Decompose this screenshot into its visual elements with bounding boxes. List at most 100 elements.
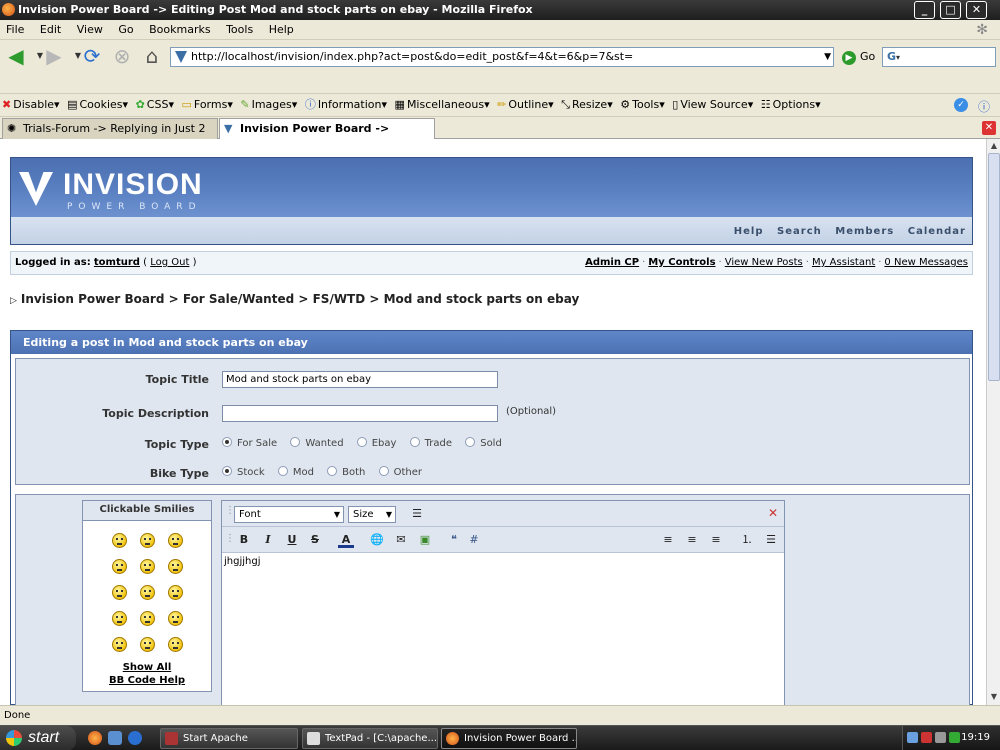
reload-icon[interactable]: ⟳: [80, 44, 104, 68]
dev-view-source[interactable]: ▯ View Source▾: [672, 94, 753, 116]
tray-volume-icon[interactable]: [935, 732, 946, 743]
dev-outline[interactable]: ✏ Outline▾: [497, 94, 554, 116]
menu-help[interactable]: Help: [263, 20, 300, 40]
align-right-icon[interactable]: ≡: [708, 532, 724, 548]
menu-bookmarks[interactable]: Bookmarks: [143, 20, 216, 40]
url-input[interactable]: http://localhost/invision/index.php?act=…: [170, 47, 834, 67]
bbcode-help-link[interactable]: BB Code Help: [83, 675, 211, 686]
insert-code-icon[interactable]: #: [466, 532, 482, 548]
bike-type-other[interactable]: Other: [378, 466, 422, 478]
smiley-icon[interactable]: [112, 559, 127, 574]
taskbar-start-apache[interactable]: Start Apache: [160, 728, 298, 749]
link-members[interactable]: Members: [835, 226, 894, 237]
taskbar-firefox-invision[interactable]: Invision Power Board ...: [441, 728, 577, 749]
bike-type-stock[interactable]: Stock: [222, 466, 265, 478]
topic-type-wanted[interactable]: Wanted: [290, 437, 344, 449]
url-dropdown-icon[interactable]: ▼: [824, 48, 831, 66]
smiley-icon[interactable]: [140, 637, 155, 652]
topic-type-sold[interactable]: Sold: [465, 437, 502, 449]
go-button[interactable]: ▶ Go: [842, 49, 875, 65]
editor-close-icon[interactable]: ✕: [768, 506, 778, 520]
link-help[interactable]: Help: [734, 226, 764, 237]
my-controls-link[interactable]: My Controls: [648, 257, 715, 268]
minimize-button[interactable]: _: [914, 1, 935, 19]
smiley-icon[interactable]: [112, 585, 127, 600]
italic-button[interactable]: I: [260, 532, 276, 548]
dev-miscellaneous[interactable]: ▦ Miscellaneous▾: [395, 94, 490, 116]
insert-email-icon[interactable]: ✉: [393, 532, 409, 548]
start-button[interactable]: start: [0, 726, 76, 750]
font-select[interactable]: Font ▼: [234, 506, 344, 523]
insert-quote-icon[interactable]: ❝: [446, 532, 462, 548]
close-window-button[interactable]: ✕: [966, 1, 987, 19]
scroll-thumb[interactable]: [988, 153, 1000, 381]
editor-text-area[interactable]: jhgjjhgj: [222, 553, 784, 570]
link-calendar[interactable]: Calendar: [908, 226, 966, 237]
menu-view[interactable]: View: [71, 20, 109, 40]
align-left-icon[interactable]: ≡: [660, 532, 676, 548]
breadcrumb-text[interactable]: Invision Power Board > For Sale/Wanted >…: [21, 292, 579, 306]
dev-disable[interactable]: ✖ Disable▾: [2, 94, 60, 116]
font-color-button[interactable]: A: [338, 532, 354, 548]
smiley-icon[interactable]: [112, 533, 127, 548]
smiley-icon[interactable]: [168, 611, 183, 626]
topic-type-for-sale[interactable]: For Sale: [222, 437, 277, 449]
search-input[interactable]: G▾: [882, 47, 996, 67]
smiley-icon[interactable]: [140, 559, 155, 574]
tray-app-icon[interactable]: [949, 732, 960, 743]
menu-tools[interactable]: Tools: [220, 20, 259, 40]
strikethrough-button[interactable]: S: [307, 532, 323, 548]
tab-invision-edit[interactable]: ▼ Invision Power Board -> Editing Post .…: [219, 118, 435, 155]
stop-icon[interactable]: ⊗: [110, 44, 134, 68]
menu-edit[interactable]: Edit: [34, 20, 67, 40]
topic-type-trade[interactable]: Trade: [409, 437, 452, 449]
topic-title-input[interactable]: Mod and stock parts on ebay: [222, 371, 498, 388]
smiley-icon[interactable]: [168, 585, 183, 600]
dev-forms[interactable]: ▭ Forms▾: [181, 94, 232, 116]
logout-link[interactable]: Log Out: [150, 257, 189, 268]
bike-type-mod[interactable]: Mod: [277, 466, 314, 478]
maximize-button[interactable]: □: [940, 1, 961, 19]
tray-network-icon[interactable]: [921, 732, 932, 743]
dev-tools[interactable]: ⚙ Tools▾: [620, 94, 665, 116]
home-icon[interactable]: ⌂: [140, 44, 164, 68]
new-messages-link[interactable]: 0 New Messages: [884, 257, 968, 268]
format-toggle-icon[interactable]: ☰: [409, 506, 425, 522]
view-new-posts-link[interactable]: View New Posts: [725, 257, 803, 268]
quicklaunch-ie-icon[interactable]: [128, 731, 142, 745]
dev-options[interactable]: ☷ Options▾: [761, 94, 821, 116]
dev-images[interactable]: ✎ Images▾: [240, 94, 297, 116]
dev-css[interactable]: ✿ CSS▾: [136, 94, 174, 116]
forward-arrow-icon[interactable]: ▶: [42, 44, 66, 68]
bike-type-both[interactable]: Both: [327, 466, 365, 478]
smiley-icon[interactable]: [140, 585, 155, 600]
tray-arrow-icon[interactable]: [907, 732, 918, 743]
smiley-icon[interactable]: [168, 559, 183, 574]
dev-information[interactable]: ⓘ Information▾: [305, 94, 387, 116]
smiley-icon[interactable]: [140, 611, 155, 626]
show-all-smilies-link[interactable]: Show All: [83, 662, 211, 673]
link-search[interactable]: Search: [777, 226, 822, 237]
smiley-icon[interactable]: [112, 611, 127, 626]
dev-cookies[interactable]: ▤ Cookies▾: [67, 94, 128, 116]
close-tab-icon[interactable]: ✕: [982, 121, 996, 135]
menu-go[interactable]: Go: [112, 20, 139, 40]
underline-button[interactable]: U: [284, 532, 300, 548]
dev-resize[interactable]: ⤡ Resize▾: [561, 94, 613, 116]
validate-check-icon[interactable]: ✓: [954, 98, 968, 112]
bold-button[interactable]: B: [236, 532, 252, 548]
taskbar-textpad[interactable]: TextPad - [C:\apache...: [302, 728, 438, 749]
unordered-list-icon[interactable]: ☰: [763, 532, 779, 548]
smiley-icon[interactable]: [168, 533, 183, 548]
insert-link-icon[interactable]: 🌐: [369, 532, 385, 548]
admin-cp-link[interactable]: Admin CP: [585, 257, 639, 268]
page-scrollbar[interactable]: ▲ ▼: [986, 139, 1000, 705]
tab-trials-forum[interactable]: ✺ Trials-Forum -> Replying in Just 2 Sug…: [2, 118, 218, 155]
quicklaunch-firefox-icon[interactable]: [88, 731, 102, 745]
back-arrow-icon[interactable]: ◀: [4, 44, 28, 68]
username-link[interactable]: tomturd: [94, 257, 140, 268]
my-assistant-link[interactable]: My Assistant: [812, 257, 875, 268]
scroll-down-icon[interactable]: ▼: [988, 691, 1000, 703]
smiley-icon[interactable]: [168, 637, 183, 652]
insert-image-icon[interactable]: ▣: [417, 532, 433, 548]
